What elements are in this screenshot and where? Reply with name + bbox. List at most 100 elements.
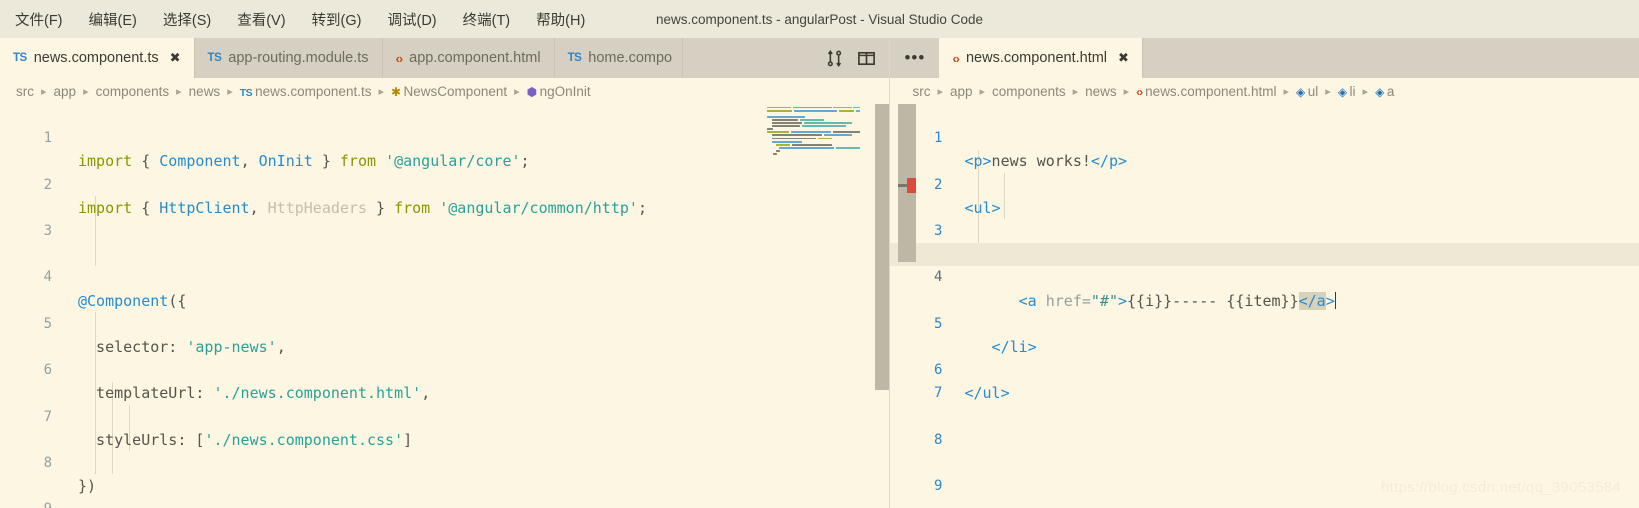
class-icon: ✱ — [390, 84, 401, 99]
breadcrumb-item-file[interactable]: ‹› news.component.html — [1134, 84, 1278, 99]
chevron-right-icon: ▸ — [41, 85, 47, 98]
menu-item-file[interactable]: 文件(F) — [2, 5, 76, 34]
chevron-right-icon: ▸ — [378, 85, 384, 98]
menu-item-debug[interactable]: 调试(D) — [374, 5, 449, 34]
breadcrumb-item-components[interactable]: components — [94, 84, 172, 99]
chevron-right-icon: ▸ — [83, 85, 89, 98]
code-line[interactable]: 9 export class NewsComponent implements … — [0, 475, 889, 508]
editor-group-container: TS news.component.ts ✖ TS app-routing.mo… — [0, 38, 1639, 508]
code-line[interactable]: 3 <li *ngFor="let item of newsList; let … — [890, 197, 1639, 263]
overview-ruler-right[interactable] — [898, 104, 916, 508]
code-line[interactable]: 1 import { Component, OnInit } from '@an… — [0, 104, 889, 170]
code-line[interactable]: 7 — [890, 382, 1639, 405]
line-number: 7 — [43, 408, 52, 425]
breadcrumb-item-app[interactable]: app — [948, 84, 975, 99]
menu-item-terminal[interactable]: 终端(T) — [450, 5, 524, 34]
html-icon: ‹› — [395, 50, 404, 66]
breadcrumb-right[interactable]: src ▸ app ▸ components ▸ news ▸ ‹› news.c… — [890, 78, 1639, 104]
code-line[interactable]: 4 @Component({ — [0, 243, 889, 309]
chevron-right-icon: ▸ — [937, 85, 943, 98]
tab-bar-right: ••• ‹› news.component.html ✖ — [890, 38, 1639, 78]
breadcrumb-item-class[interactable]: ✱ NewsComponent — [389, 84, 509, 99]
typescript-icon: TS — [567, 52, 582, 64]
code-line[interactable]: 3 — [0, 197, 889, 239]
breadcrumb-item-news[interactable]: news — [187, 84, 223, 99]
minimap-line — [764, 152, 860, 155]
breadcrumb-left[interactable]: src ▸ app ▸ components ▸ news ▸ TS news.c… — [0, 78, 890, 104]
chevron-right-icon: ▸ — [227, 85, 233, 98]
menu-item-edit[interactable]: 编辑(E) — [76, 5, 150, 34]
breadcrumb-label: ngOnInit — [539, 83, 591, 99]
line-number: 2 — [43, 176, 52, 193]
close-icon[interactable]: ✖ — [170, 50, 181, 66]
html-icon: ‹› — [1136, 84, 1143, 99]
close-icon[interactable]: ✖ — [1118, 50, 1129, 66]
editor-pane-right: ••• ‹› news.component.html ✖ src ▸ app ▸… — [890, 38, 1639, 508]
chevron-right-icon: ▸ — [1362, 85, 1369, 98]
vertical-scrollbar-left[interactable] — [875, 104, 890, 508]
breadcrumb-item-src[interactable]: src — [910, 84, 932, 99]
tab-app-routing-module-ts[interactable]: TS app-routing.module.ts — [195, 38, 383, 78]
split-editor-icon[interactable] — [853, 45, 879, 71]
tab-news-component-ts[interactable]: TS news.component.ts ✖ — [0, 38, 195, 78]
tag-icon: ◈ — [1375, 84, 1384, 99]
typescript-icon: TS — [13, 52, 27, 64]
tag-icon: ◈ — [1337, 84, 1347, 99]
line-number: 5 — [43, 315, 52, 332]
menu-item-select[interactable]: 选择(S) — [150, 5, 224, 34]
breadcrumb-item-src[interactable]: src — [14, 84, 36, 99]
code-line[interactable]: 8 }) — [0, 429, 889, 495]
tab-news-component-html[interactable]: ‹› news.component.html ✖ — [939, 38, 1143, 78]
tab-label: home.compo — [588, 50, 673, 66]
menu-item-goto[interactable]: 转到(G) — [299, 5, 375, 34]
code-lines-right: 1 <p>news works!</p> 2 <ul> 3 <li *ngFor… — [890, 104, 1639, 508]
chevron-right-icon: ▸ — [1123, 85, 1130, 98]
scrollbar-thumb[interactable] — [875, 104, 890, 390]
code-line[interactable]: 7 styleUrls: ['./news.component.css'] — [0, 382, 889, 449]
tab-label: app-routing.module.ts — [228, 50, 369, 66]
menu-item-help[interactable]: 帮助(H) — [523, 5, 598, 34]
breadcrumb-item-app[interactable]: app — [52, 84, 79, 99]
code-line[interactable]: 2 <ul> — [890, 150, 1639, 217]
code-line-active[interactable]: 4 <a href="#">{{i}}----- {{item}}</a> — [890, 243, 1639, 310]
tab-label: news.component.ts — [33, 50, 159, 66]
breadcrumb-label: a — [1386, 83, 1395, 99]
tab-app-component-html[interactable]: ‹› app.component.html — [383, 38, 555, 78]
code-line[interactable]: 6 </ul> — [890, 336, 1639, 402]
code-line[interactable]: 1 <p>news works!</p> — [890, 104, 1639, 170]
code-line[interactable]: 6 templateUrl: './news.component.html', — [0, 336, 889, 402]
tab-home-component[interactable]: TS home.compo — [555, 38, 683, 78]
breadcrumb-item-news[interactable]: news — [1083, 84, 1119, 99]
error-marker — [907, 178, 916, 193]
split-compare-icon[interactable] — [821, 45, 847, 71]
breadcrumb-item-li[interactable]: ◈ li — [1336, 84, 1358, 99]
chevron-right-icon: ▸ — [1283, 85, 1290, 98]
minimap-left[interactable] — [764, 104, 861, 508]
vscode-window: 文件(F) 编辑(E) 选择(S) 查看(V) 转到(G) 调试(D) 终端(T… — [0, 0, 1639, 508]
typescript-icon: TS — [207, 52, 222, 64]
tag-icon: ◈ — [1296, 84, 1305, 99]
tab-bar-left: TS news.component.ts ✖ TS app-routing.mo… — [0, 38, 890, 78]
chevron-right-icon: ▸ — [979, 85, 986, 98]
html-icon: ‹› — [952, 50, 960, 66]
menu-item-view[interactable]: 查看(V) — [224, 5, 298, 34]
code-line[interactable]: 5 selector: 'app-news', — [0, 290, 889, 356]
breadcrumb-item-file[interactable]: TS news.component.ts — [238, 84, 374, 99]
breadcrumb-item-a[interactable]: ◈ a — [1373, 84, 1396, 99]
breadcrumb-item-components[interactable]: components — [990, 84, 1068, 99]
breadcrumb-label: NewsComponent — [403, 83, 508, 99]
title-bar: 文件(F) 编辑(E) 选择(S) 查看(V) 转到(G) 调试(D) 终端(T… — [0, 0, 1639, 38]
code-lines-left: 1 import { Component, OnInit } from '@an… — [0, 104, 889, 508]
breadcrumb-item-method[interactable]: ⬢ ngOnInit — [525, 84, 593, 99]
more-actions-icon[interactable]: ••• — [890, 38, 939, 78]
code-editor-left[interactable]: 1 import { Component, OnInit } from '@an… — [0, 104, 890, 508]
line-number: 1 — [43, 130, 52, 147]
code-editor-right[interactable]: 1 <p>news works!</p> 2 <ul> 3 <li *ngFor… — [890, 104, 1639, 508]
breadcrumb-item-ul[interactable]: ◈ ul — [1294, 84, 1320, 99]
breadcrumb-label: news.component.ts — [255, 83, 372, 99]
code-line[interactable]: 5 </li> — [890, 290, 1639, 356]
chevron-right-icon: ▸ — [1072, 85, 1079, 98]
menu-bar[interactable]: 文件(F) 编辑(E) 选择(S) 查看(V) 转到(G) 调试(D) 终端(T… — [0, 5, 598, 34]
code-line[interactable]: 8 — [890, 429, 1639, 452]
code-line[interactable]: 2 import { HttpClient, HttpHeaders } fro… — [0, 150, 889, 217]
